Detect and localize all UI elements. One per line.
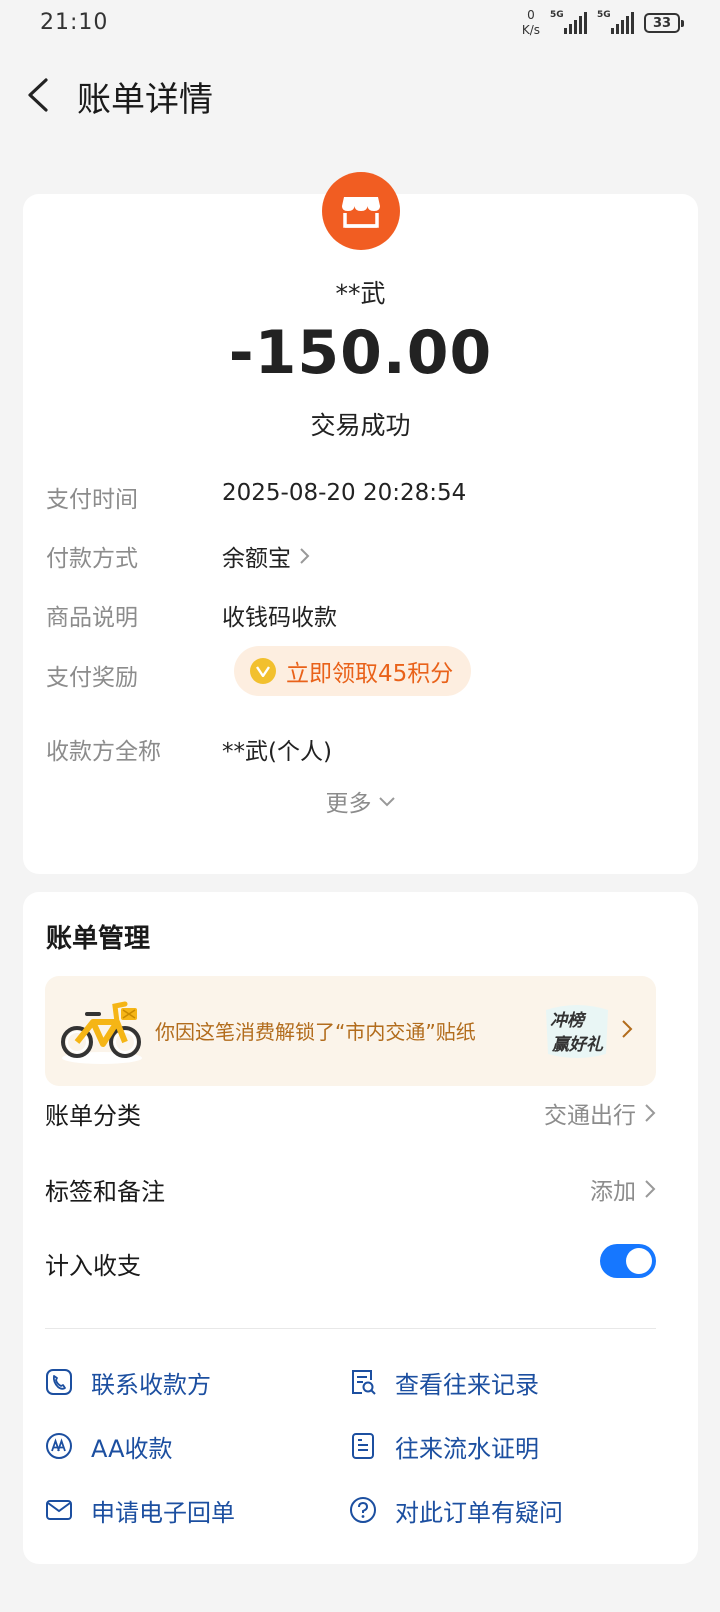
detail-row-reward: 支付奖励 立即领取45积分 bbox=[46, 646, 676, 696]
tags-notes-value: 添加 bbox=[590, 1172, 656, 1206]
transaction-status: 交易成功 bbox=[310, 411, 411, 440]
pay-time-label: 支付时间 bbox=[46, 487, 138, 513]
chevron-down-icon bbox=[378, 797, 395, 807]
bicycle-icon bbox=[61, 1001, 142, 1064]
pay-time-value: 2025-08-20 20:28:54 bbox=[222, 480, 467, 506]
order-question-button[interactable]: 对此订单有疑问 bbox=[349, 1488, 563, 1532]
question-icon bbox=[350, 1497, 376, 1523]
tags-notes-label: 标签和备注 bbox=[45, 1178, 165, 1206]
view-history-button[interactable]: 查看往来记录 bbox=[349, 1360, 539, 1404]
status-bar: 21:10 0 K/s 5G 5G 33 bbox=[0, 0, 720, 48]
signal-icon-2: 5G bbox=[597, 10, 634, 34]
signal-icon: 5G bbox=[550, 10, 587, 34]
tags-notes-text: 添加 bbox=[590, 1179, 636, 1205]
transaction-amount: -150.00 bbox=[228, 318, 493, 388]
signal-2-label: 5G bbox=[597, 10, 611, 20]
network-speed: 0 K/s bbox=[522, 8, 540, 38]
shop-icon bbox=[342, 197, 380, 228]
payment-method-label: 付款方式 bbox=[46, 546, 138, 572]
e-receipt-label: 申请电子回单 bbox=[91, 1498, 235, 1527]
battery-level: 33 bbox=[652, 15, 672, 31]
chevron-right-icon bbox=[622, 1020, 633, 1038]
view-history-label: 查看往来记录 bbox=[395, 1370, 539, 1399]
reward-label: 支付奖励 bbox=[46, 665, 138, 691]
status-icons: 0 K/s 5G 5G 33 bbox=[522, 8, 684, 38]
count-in-budget-toggle[interactable] bbox=[600, 1244, 656, 1278]
claim-points-label: 立即领取45积分 bbox=[286, 661, 454, 687]
coin-icon bbox=[250, 658, 276, 684]
more-label: 更多 bbox=[325, 791, 372, 817]
page-header: 账单详情 bbox=[0, 60, 720, 130]
detail-row-description: 商品说明 收钱码收款 bbox=[46, 594, 676, 634]
record-search-icon bbox=[352, 1370, 376, 1395]
chevron-right-icon bbox=[645, 1104, 656, 1122]
merchant-name: **武 bbox=[335, 279, 386, 308]
detail-row-payee: 收款方全称 **武(个人) bbox=[46, 728, 676, 768]
phone-icon bbox=[46, 1369, 72, 1395]
bill-category-text: 交通出行 bbox=[544, 1103, 636, 1129]
merchant-avatar bbox=[322, 172, 400, 250]
chevron-right-icon bbox=[645, 1180, 656, 1198]
sticker-banner[interactable]: 你因这笔消费解锁了“市内交通”贴纸 冲榜 赢好礼 bbox=[45, 976, 656, 1086]
back-arrow-icon[interactable] bbox=[22, 77, 58, 113]
description-label: 商品说明 bbox=[46, 605, 138, 631]
aa-icon bbox=[46, 1433, 72, 1459]
page-title: 账单详情 bbox=[77, 80, 213, 120]
order-question-label: 对此订单有疑问 bbox=[395, 1498, 563, 1527]
status-time: 21:10 bbox=[40, 10, 109, 35]
divider bbox=[45, 1328, 656, 1329]
detail-row-payment-method[interactable]: 付款方式 余额宝 bbox=[46, 535, 676, 575]
bill-management-card: 账单管理 你因这笔消费解锁了“市内交通”贴纸 冲榜 赢好礼 账单分类 交通出行 bbox=[23, 892, 698, 1564]
badge-line-2: 赢好礼 bbox=[552, 1035, 603, 1055]
transaction-card: **武 -150.00 交易成功 支付时间 2025-08-20 20:28:5… bbox=[23, 172, 698, 874]
section-title: 账单管理 bbox=[46, 924, 151, 954]
battery-icon: 33 bbox=[644, 13, 684, 33]
aa-collect-label: AA收款 bbox=[91, 1434, 173, 1463]
payment-method-value[interactable]: 余额宝 bbox=[222, 539, 311, 573]
count-in-budget-label: 计入收支 bbox=[45, 1252, 141, 1280]
signal-1-label: 5G bbox=[550, 10, 564, 20]
banner-text: 你因这笔消费解锁了“市内交通”贴纸 bbox=[155, 1020, 476, 1044]
payee-label: 收款方全称 bbox=[46, 739, 161, 765]
network-speed-unit: K/s bbox=[521, 23, 540, 37]
payee-value: **武(个人) bbox=[222, 739, 332, 765]
claim-points-button[interactable]: 立即领取45积分 bbox=[234, 646, 472, 696]
contact-payee-button[interactable]: 联系收款方 bbox=[45, 1360, 211, 1404]
detail-row-pay-time: 支付时间 2025-08-20 20:28:54 bbox=[46, 476, 676, 516]
bill-category-label: 账单分类 bbox=[45, 1102, 141, 1130]
transaction-proof-label: 往来流水证明 bbox=[395, 1434, 539, 1463]
bill-category-value: 交通出行 bbox=[544, 1096, 656, 1130]
chevron-right-icon bbox=[300, 548, 310, 564]
payment-method-text: 余额宝 bbox=[222, 546, 291, 572]
contact-payee-label: 联系收款方 bbox=[91, 1370, 211, 1399]
tags-notes-row[interactable]: 标签和备注 添加 bbox=[45, 1162, 656, 1212]
e-receipt-button[interactable]: 申请电子回单 bbox=[45, 1488, 235, 1532]
more-button[interactable]: 更多 bbox=[23, 784, 698, 818]
toggle-knob bbox=[626, 1248, 652, 1274]
document-icon bbox=[352, 1433, 374, 1459]
transaction-proof-button[interactable]: 往来流水证明 bbox=[349, 1424, 539, 1468]
count-in-budget-row: 计入收支 bbox=[45, 1236, 656, 1286]
bill-category-row[interactable]: 账单分类 交通出行 bbox=[45, 1086, 656, 1136]
aa-collect-button[interactable]: AA收款 bbox=[45, 1424, 173, 1468]
ranking-badge: 冲榜 赢好礼 bbox=[542, 1002, 612, 1060]
network-speed-value: 0 bbox=[527, 8, 535, 22]
description-value: 收钱码收款 bbox=[222, 605, 337, 631]
mail-icon bbox=[46, 1500, 72, 1520]
badge-line-1: 冲榜 bbox=[550, 1011, 584, 1031]
